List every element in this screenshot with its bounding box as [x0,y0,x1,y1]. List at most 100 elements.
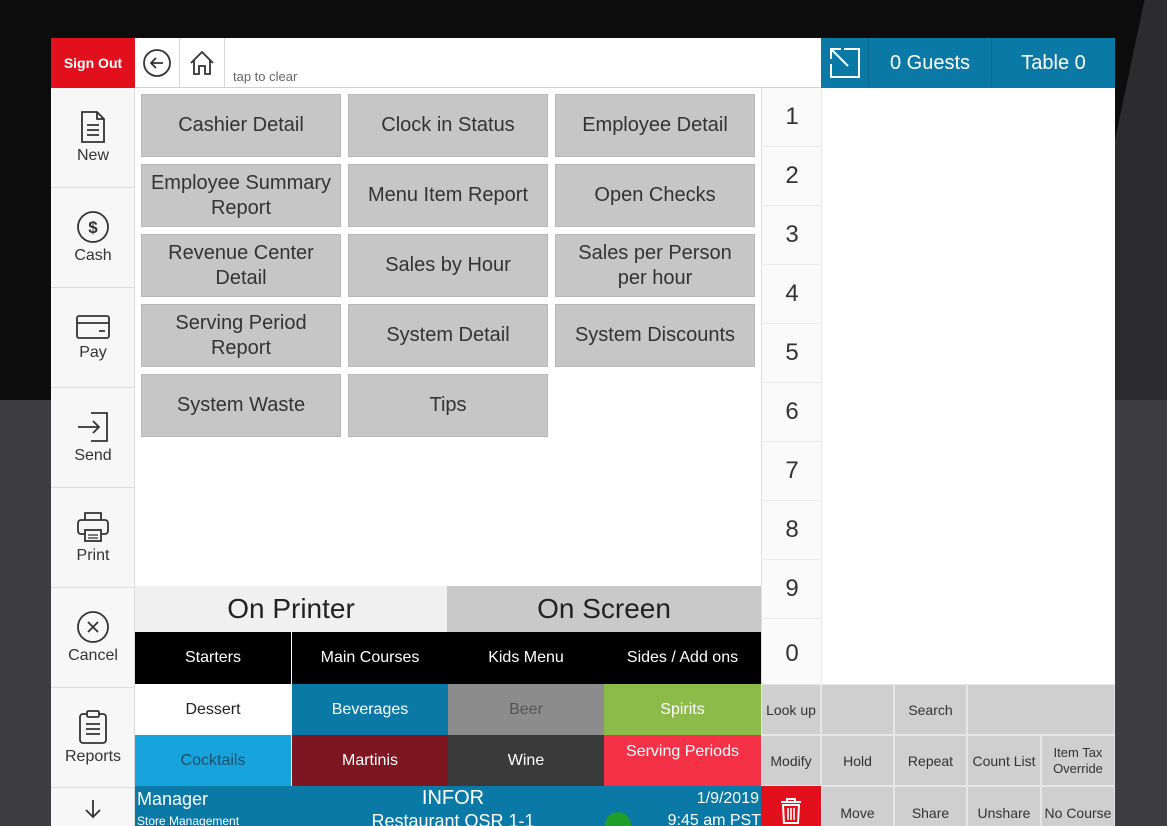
tab-on-printer[interactable]: On Printer [135,586,447,632]
numpad-key[interactable]: 7 [762,442,822,501]
item-tax-override-button[interactable]: Item Tax Override [1041,735,1115,786]
category-kids-menu[interactable]: Kids Menu [448,632,604,684]
guests-button[interactable]: 0 Guests [869,38,992,88]
numpad-key[interactable]: 1 [762,88,822,147]
sidebar-item-label: New [76,147,109,164]
delete-button[interactable] [761,786,821,826]
left-sidebar: New $ Cash Pay Send Print Cancel Reports [51,88,135,826]
category-dessert[interactable]: Dessert [135,684,291,736]
sidebar-item-send[interactable]: Send [51,388,135,488]
down-arrow-icon [85,800,101,819]
search-button[interactable]: Search [894,684,967,735]
top-toolbar: tap to clear [135,38,821,88]
report-button[interactable]: Menu Item Report [348,164,548,227]
back-arrow-icon [143,49,171,77]
unshare-button[interactable]: Unshare [967,786,1041,826]
numpad-key[interactable]: 5 [762,324,822,383]
lookup-button[interactable]: Look up [761,684,821,735]
numpad-key[interactable]: 4 [762,265,822,324]
report-button[interactable]: Employee Detail [555,94,755,157]
sidebar-scroll-down[interactable] [51,788,135,826]
report-button[interactable]: Serving Period Report [141,304,341,367]
home-icon [190,50,214,75]
location-name: Restaurant QSR 1-1 [371,811,535,826]
send-icon [78,412,108,442]
tab-on-screen[interactable]: On Screen [447,586,761,632]
numpad-key[interactable]: 0 [762,622,822,686]
numpad-key[interactable]: 6 [762,383,822,442]
category-serving-periods[interactable]: Serving Periods [604,735,761,787]
category-beverages[interactable]: Beverages [292,684,448,736]
home-button[interactable] [180,38,225,88]
date-text: 1/9/2019 [696,790,759,807]
expand-icon [829,48,860,78]
sidebar-item-cancel[interactable]: Cancel [51,588,135,688]
sidebar-item-label: Reports [64,748,122,765]
report-button[interactable]: System Waste [141,374,341,437]
sidebar-item-label: Print [76,547,110,564]
category-sides[interactable]: Sides / Add ons [604,632,761,684]
blank-action-button[interactable] [821,684,894,735]
category-main-courses[interactable]: Main Courses [292,632,448,684]
category-spirits[interactable]: Spirits [604,684,761,736]
count-list-button[interactable]: Count List [967,735,1041,786]
user-role: Manager [137,789,209,809]
order-panel [821,88,1115,686]
sidebar-item-pay[interactable]: Pay [51,288,135,388]
document-icon [81,111,105,143]
printer-icon [77,512,109,542]
sidebar-item-cash[interactable]: $ Cash [51,188,135,288]
sidebar-item-label: Pay [79,344,107,361]
clipboard-icon [79,710,107,744]
report-button[interactable]: Sales per Person per hour [555,234,755,297]
time-text: 9:45 am PST [667,812,761,826]
report-button[interactable]: System Detail [348,304,548,367]
report-button[interactable]: Open Checks [555,164,755,227]
hold-button[interactable]: Hold [821,735,894,786]
category-cocktails[interactable]: Cocktails [135,735,291,787]
sidebar-item-new[interactable]: New [51,88,135,188]
category-beer[interactable]: Beer [448,684,604,736]
modify-button[interactable]: Modify [761,735,821,786]
sidebar-item-label: Cancel [68,647,118,664]
category-martinis[interactable]: Martinis [292,735,448,787]
svg-text:$: $ [88,218,98,237]
move-button[interactable]: Move [821,786,894,826]
tap-to-clear-field[interactable]: tap to clear [233,69,297,84]
sign-out-button[interactable]: Sign Out [51,38,135,88]
report-button[interactable]: Clock in Status [348,94,548,157]
numpad-key[interactable]: 8 [762,501,822,560]
numpad-key[interactable]: 2 [762,147,822,206]
sidebar-item-label: Cash [74,247,112,264]
repeat-button[interactable]: Repeat [894,735,967,786]
pos-app-window: Sign Out tap to clear 0 Guests Table 0 N… [51,38,1115,826]
cancel-icon [77,611,109,643]
category-starters[interactable]: Starters [135,632,291,684]
brand-name: INFOR [421,787,485,809]
sidebar-item-print[interactable]: Print [51,488,135,588]
category-wine[interactable]: Wine [448,735,604,787]
sidebar-item-reports[interactable]: Reports [51,688,135,788]
share-button[interactable]: Share [894,786,967,826]
report-button[interactable]: System Discounts [555,304,755,367]
numpad-key[interactable]: 9 [762,560,822,619]
report-button[interactable]: Revenue Center Detail [141,234,341,297]
report-grid: Cashier Detail Clock in Status Employee … [135,88,761,586]
sidebar-item-label: Send [74,447,112,464]
user-subrole: Store Management [137,814,240,826]
order-header: 0 Guests Table 0 [821,38,1115,88]
no-course-button[interactable]: No Course [1041,786,1115,826]
back-button[interactable] [135,38,180,88]
report-button[interactable]: Sales by Hour [348,234,548,297]
table-button[interactable]: Table 0 [992,38,1115,88]
report-button[interactable]: Tips [348,374,548,437]
blank-action-button[interactable] [967,684,1115,735]
card-icon [76,315,110,339]
numpad-key[interactable]: 3 [762,206,822,265]
report-button[interactable]: Cashier Detail [141,94,341,157]
trash-icon [781,798,801,824]
report-button[interactable]: Employee Summary Report [141,164,341,227]
status-footer: Manager Store Management INFOR Restauran… [135,786,761,826]
dollar-icon: $ [77,211,109,243]
expand-button[interactable] [821,38,869,88]
